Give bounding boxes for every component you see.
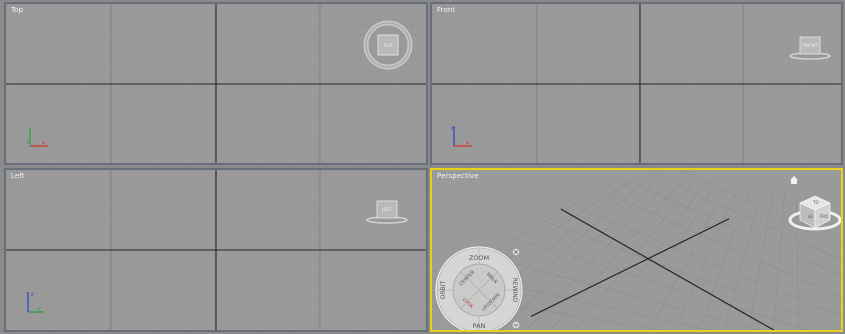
svg-text:x: x: [466, 140, 469, 146]
svg-text:x: x: [42, 140, 45, 146]
axis-tripod-icon: z x: [451, 126, 472, 147]
viewport-label[interactable]: Top: [11, 6, 23, 14]
steering-rewind[interactable]: REWIND: [511, 278, 518, 303]
svg-text:y: y: [38, 306, 41, 312]
chevron-down-icon[interactable]: [512, 321, 520, 329]
steering-pan[interactable]: PAN: [473, 322, 486, 330]
viewcube-icon[interactable]: FRONT: [787, 32, 833, 62]
axis-tripod-icon: y x: [27, 128, 48, 147]
viewcube-icon[interactable]: LEFT: [364, 196, 410, 226]
viewcube-3d-icon[interactable]: LE FRO TO: [786, 190, 843, 238]
svg-text:TO: TO: [812, 200, 819, 205]
viewcube-label: LEFT: [382, 207, 393, 213]
viewport-top[interactable]: Top TOP y x: [4, 2, 428, 165]
viewport-front[interactable]: Front FRONT z x: [430, 2, 843, 165]
close-icon[interactable]: [512, 248, 520, 256]
viewcube-label: TOP: [382, 43, 392, 49]
svg-text:LE: LE: [808, 214, 813, 219]
home-icon[interactable]: [789, 175, 799, 185]
steering-wheel[interactable]: ZOOM PAN ORBIT REWIND CENTER WALK LOOK U…: [432, 244, 527, 332]
viewport-label[interactable]: Front: [437, 6, 455, 14]
svg-text:z: z: [451, 126, 454, 132]
steering-zoom[interactable]: ZOOM: [469, 254, 489, 262]
svg-text:y: y: [27, 139, 30, 145]
viewcube-compass-icon[interactable]: TOP: [363, 20, 413, 70]
viewcube-label: FRONT: [802, 43, 818, 49]
viewport-perspective[interactable]: Perspective LE FRO TO ZOOM PAN ORBIT REW…: [430, 168, 843, 332]
viewport-label[interactable]: Left: [11, 172, 25, 180]
viewport-left[interactable]: Left LEFT z y: [4, 168, 428, 332]
viewport-grid: [6, 170, 426, 330]
viewport-label[interactable]: Perspective: [437, 172, 479, 180]
steering-orbit[interactable]: ORBIT: [440, 280, 447, 299]
axis-tripod-icon: z y: [27, 292, 44, 313]
svg-text:z: z: [31, 292, 34, 298]
viewport-grid: [432, 4, 841, 163]
svg-text:FRO: FRO: [820, 214, 828, 219]
